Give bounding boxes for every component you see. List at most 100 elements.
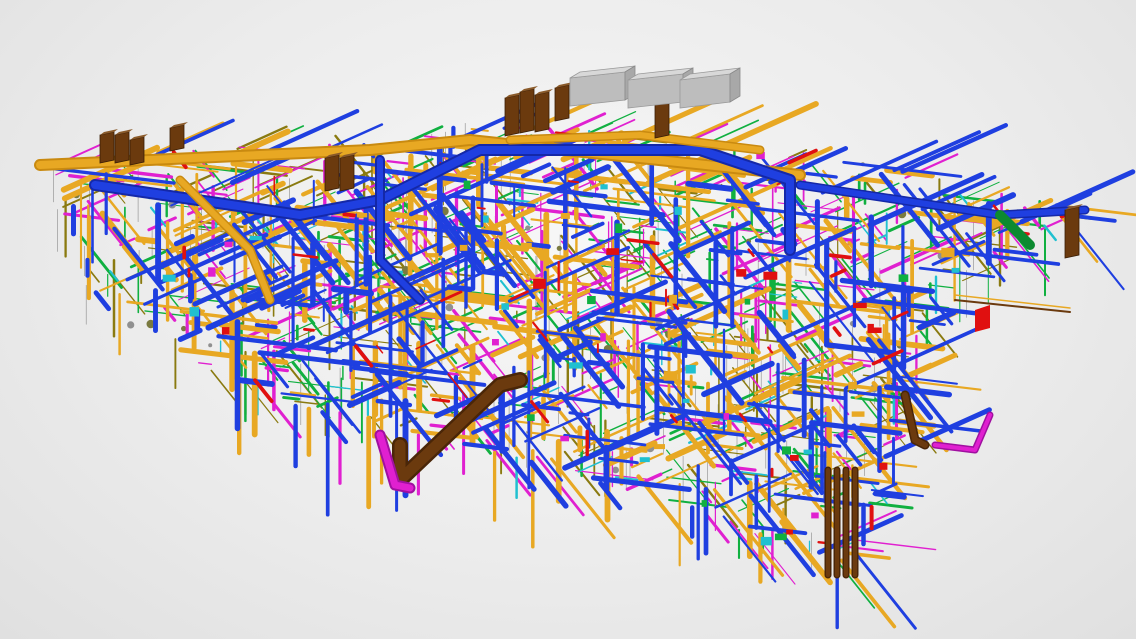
pipe-fitting: [445, 303, 454, 312]
riser-stack: [129, 136, 145, 166]
equipment-box: [803, 449, 813, 455]
supply-duct: [878, 171, 941, 248]
return-duct: [788, 222, 853, 234]
red-pipe: [342, 212, 356, 218]
mep-3d-model[interactable]: [0, 0, 1136, 639]
equipment-box: [782, 309, 789, 320]
cyan-pipe: [1043, 224, 1057, 242]
equipment-box: [606, 248, 619, 255]
magenta-pipe: [386, 159, 413, 166]
magenta-pipe: [147, 216, 177, 232]
equipment-box: [723, 413, 729, 420]
equipment-box: [249, 235, 262, 241]
riser-stack: [519, 88, 535, 134]
equipment-box: [639, 457, 650, 463]
supply-duct: [254, 323, 278, 330]
green-pipe: [809, 162, 842, 203]
magenta-pipe: [857, 539, 937, 551]
equipment-box: [600, 333, 606, 342]
return-duct: [908, 352, 958, 378]
red-pipe: [767, 346, 774, 354]
equipment-box: [221, 327, 230, 335]
cyan-pipe: [792, 281, 803, 284]
equipment-box: [492, 339, 499, 346]
supply-duct: [754, 238, 791, 247]
rooftop-equipment: [569, 65, 741, 109]
equipment-box: [189, 307, 199, 317]
equipment-box: [786, 529, 793, 535]
red-pipe: [828, 253, 852, 260]
riser-stack: [169, 124, 185, 152]
equipment-box: [744, 298, 751, 305]
return-duct: [859, 242, 901, 251]
green-pipe: [868, 501, 914, 510]
equipment-box: [811, 512, 819, 519]
equipment-box: [951, 267, 960, 273]
equipment-box: [533, 278, 546, 289]
magenta-pipe: [197, 362, 213, 365]
equipment-box: [760, 536, 772, 546]
cyan-pipe: [497, 330, 510, 347]
equipment-box: [872, 327, 882, 333]
red-pipe: [830, 268, 847, 278]
riser-stack: [554, 84, 570, 122]
pipe-fitting: [181, 325, 187, 332]
equipment-box: [587, 296, 596, 305]
rooftop-unit-3-side: [729, 67, 741, 103]
pipe-fitting: [556, 245, 562, 251]
equipment-box: [356, 213, 368, 218]
equipment-box: [898, 274, 909, 282]
equipment-box: [879, 462, 888, 470]
equipment-box: [774, 533, 787, 541]
equipment-box: [851, 411, 865, 417]
equipment-box: [848, 381, 857, 390]
cyan-pipe: [329, 385, 363, 391]
supply-duct: [804, 171, 838, 179]
pipe-fitting: [127, 321, 135, 329]
supply-duct: [93, 290, 112, 312]
equipment-box: [459, 244, 468, 251]
red-pipe: [431, 397, 451, 403]
equipment-box: [483, 215, 489, 223]
equipment-box: [224, 241, 233, 248]
equipment-box: [663, 371, 678, 381]
supply-duct: [872, 490, 907, 500]
green-pipe: [666, 476, 722, 485]
pipe-fitting: [525, 225, 531, 231]
equipment-box: [941, 247, 955, 258]
equipment-box: [685, 364, 696, 374]
equipment-box: [527, 414, 535, 421]
equipment-box: [520, 242, 532, 249]
red-pipe: [567, 180, 580, 184]
equipment-box: [853, 302, 867, 308]
equipment-box: [682, 398, 690, 403]
riser-stack: [324, 154, 340, 192]
equipment-box: [782, 446, 791, 455]
riser-stack: [339, 154, 355, 192]
green-pipe: [282, 395, 301, 401]
red-equipment-east: [975, 305, 990, 332]
riser-stack: [1064, 206, 1080, 259]
equipment-box: [674, 206, 682, 215]
equipment-box: [669, 294, 677, 304]
equipment-box: [867, 323, 874, 334]
equipment-box: [560, 213, 570, 219]
equipment-box: [560, 435, 569, 442]
green-pipe: [927, 284, 955, 289]
equipment-box: [600, 184, 608, 190]
red-pipe: [476, 206, 486, 210]
equipment-box: [162, 274, 176, 282]
equipment-box: [615, 223, 623, 233]
riser-stack: [534, 91, 550, 133]
riser-stack: [504, 94, 520, 137]
equipment-box: [569, 362, 583, 369]
equipment-box: [653, 444, 665, 450]
riser-stack: [99, 131, 115, 164]
riser-stack: [654, 101, 670, 139]
model-viewport[interactable]: [0, 0, 1136, 639]
magenta-pipe: [429, 423, 447, 429]
red-pipe: [832, 326, 842, 337]
equipment-box: [463, 180, 471, 189]
red-pipe: [303, 327, 315, 332]
equipment-box: [763, 271, 778, 280]
